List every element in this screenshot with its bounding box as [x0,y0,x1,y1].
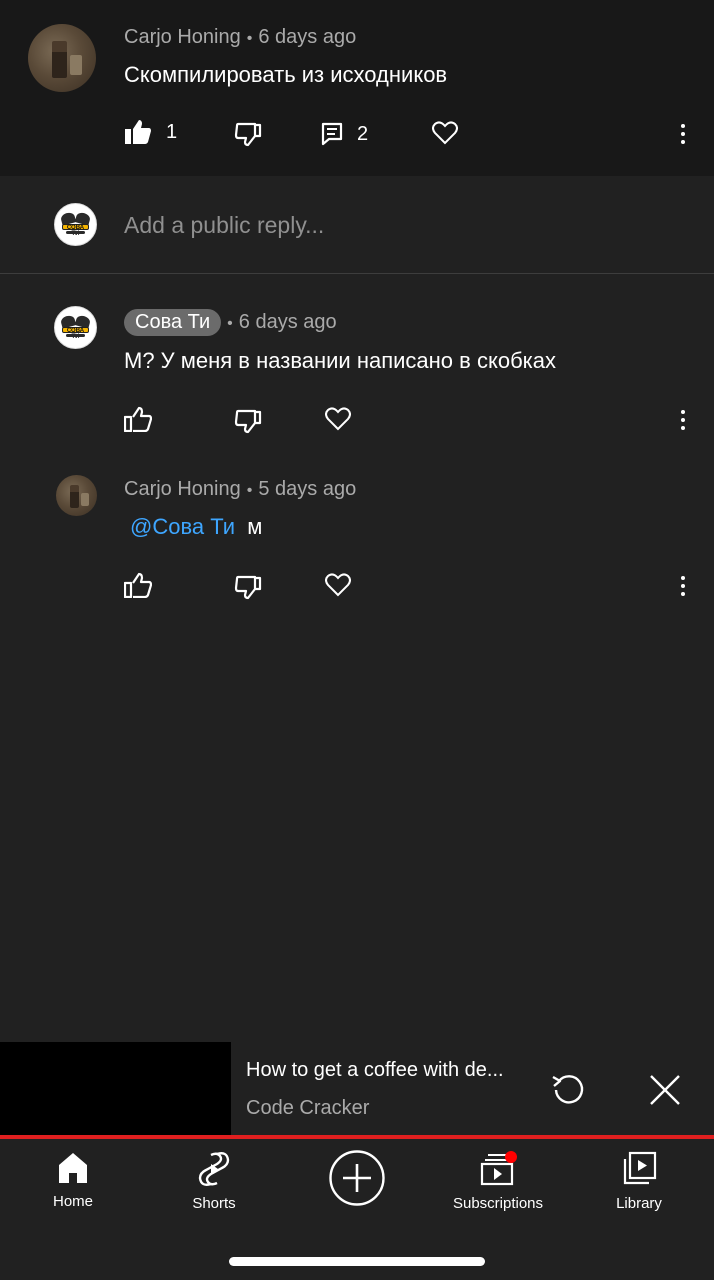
more-options-icon[interactable] [679,122,687,146]
more-options-icon[interactable] [679,408,687,432]
nav-item-home[interactable]: Home [33,1151,113,1210]
miniplayer-title[interactable]: How to get a coffee with de... [246,1059,504,1082]
thumbs-down-icon [234,575,262,600]
reply-count: 2 [357,122,369,145]
replay-icon [552,1075,584,1104]
dislike-button[interactable] [234,121,262,147]
nav-label: Shorts [192,1195,236,1212]
avatar-badge-text: СОВА ТИ [62,223,89,236]
nav-label: Subscriptions [452,1195,544,1212]
heart-button[interactable] [432,121,458,145]
comment-time: 6 days ago [258,26,357,48]
nav-item-library[interactable]: Library [599,1151,679,1212]
comment-icon [321,122,343,146]
comment-meta: Carjo Honing • 6 days ago [124,26,357,48]
avatar-badge-text: СОВА ТИ [62,326,89,339]
nav-label: Home [52,1193,93,1210]
heart-button[interactable] [325,573,351,597]
more-options-icon[interactable] [679,574,687,598]
reply-box: СОВА ТИ Add a public reply... [0,176,714,274]
dislike-button[interactable] [234,408,262,434]
nav-item-subscriptions[interactable]: Subscriptions [443,1151,553,1212]
notification-dot [505,1151,517,1163]
comment-author-chip[interactable]: Сова Ти [124,309,222,336]
like-count: 1 [166,120,178,143]
thumbs-down-icon [234,409,262,434]
comment-author[interactable]: Carjo Honing [124,478,241,500]
dislike-button[interactable] [234,574,262,600]
reply-input[interactable]: Add a public reply... [124,212,324,239]
avatar[interactable] [28,24,96,92]
miniplayer-thumbnail[interactable] [0,1042,231,1136]
comment-meta: Carjo Honing • 5 days ago [124,478,357,500]
nav-item-create[interactable] [328,1149,386,1207]
like-button[interactable] [124,406,152,432]
comment-time: 5 days ago [258,478,357,500]
miniplayer-channel: Code Cracker [246,1097,370,1119]
nav-label: Library [616,1195,662,1212]
create-plus-icon [329,1150,385,1206]
thumbs-up-filled-icon [125,120,151,144]
comment-time: 6 days ago [238,311,337,333]
miniplayer[interactable]: How to get a coffee with de... Code Crac… [0,1042,714,1136]
avatar[interactable] [56,475,97,516]
close-icon [650,1075,680,1105]
heart-icon [325,407,351,431]
heart-icon [432,121,458,145]
like-button[interactable]: 1 [124,119,177,145]
heart-icon [325,573,351,597]
avatar[interactable]: СОВА ТИ [54,306,97,349]
mention-link[interactable]: @Сова Ти [130,514,235,539]
comment-author[interactable]: Carjo Honing [124,26,241,48]
avatar: СОВА ТИ [54,203,97,246]
replies-button[interactable]: 2 [321,122,368,146]
comment-body: м [247,514,263,539]
thumbs-up-icon [124,572,152,598]
comment-text: @Сова Ти м [130,514,262,540]
library-icon [623,1151,657,1185]
home-icon [59,1153,87,1183]
comment-text: М? У меня в названии написано в скобках [124,348,557,373]
home-indicator[interactable] [229,1257,485,1266]
nav-item-shorts[interactable]: Shorts [174,1151,254,1212]
subscriptions-icon [480,1151,517,1186]
comment-meta: Сова Ти • 6 days ago [124,309,337,336]
like-button[interactable] [124,572,152,598]
replay-button[interactable] [550,1071,588,1114]
thumbs-up-icon [124,406,152,432]
close-button[interactable] [648,1073,682,1112]
thumbs-down-icon [234,122,262,147]
parent-comment: Carjo Honing • 6 days ago Скомпилировать и… [0,0,714,176]
heart-button[interactable] [325,407,351,431]
comment-text: Скомпилировать из исходников [124,62,448,87]
shorts-icon [198,1152,230,1186]
